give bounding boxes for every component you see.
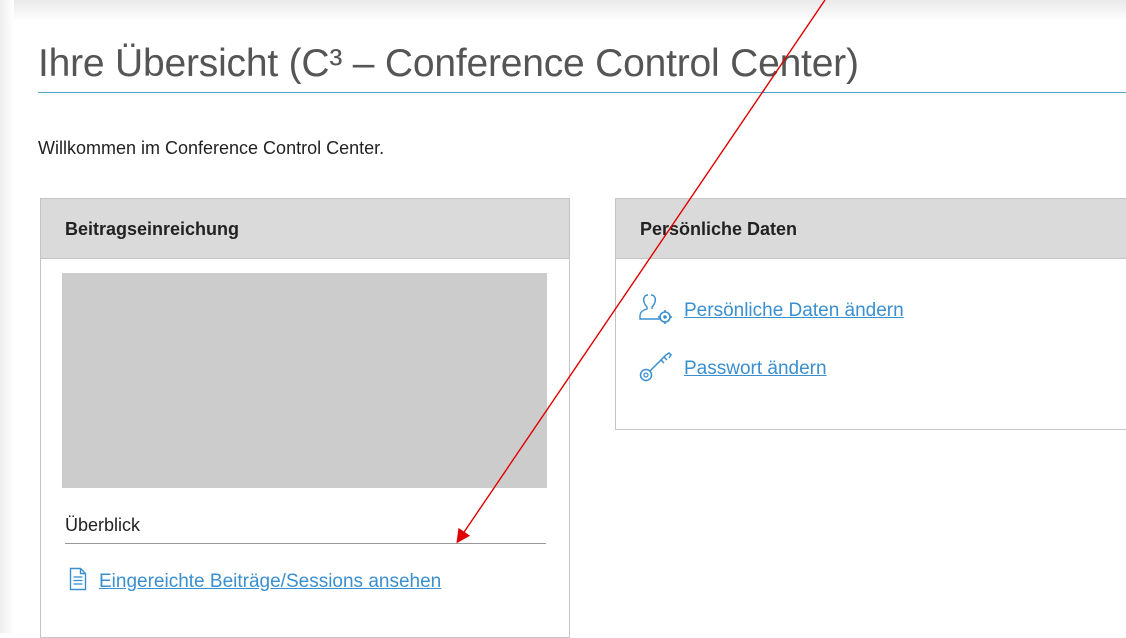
change-password-link[interactable]: Passwort ändern xyxy=(684,358,827,380)
edit-personal-data-link[interactable]: Persönliche Daten ändern xyxy=(684,300,904,322)
page-title: Ihre Übersicht (C³ – Conference Control … xyxy=(38,42,859,85)
document-icon xyxy=(69,567,87,596)
banner-image-placeholder xyxy=(62,273,547,488)
top-shadow xyxy=(0,0,1126,22)
edit-personal-data-row[interactable]: Persönliche Daten ändern xyxy=(638,291,904,330)
overview-section-label: Überblick xyxy=(65,515,141,535)
left-shadow xyxy=(0,0,14,633)
title-divider xyxy=(38,92,1126,93)
personal-data-panel-heading: Persönliche Daten xyxy=(616,199,1126,259)
submission-panel-heading: Beitragseinreichung xyxy=(41,199,569,259)
overview-divider xyxy=(65,543,546,544)
change-password-row[interactable]: Passwort ändern xyxy=(638,349,827,388)
submission-panel: Beitragseinreichung Überblick Eingereich… xyxy=(40,198,570,638)
submissions-link-row[interactable]: Eingereichte Beiträge/Sessions ansehen xyxy=(69,567,441,596)
welcome-text: Willkommen im Conference Control Center. xyxy=(38,138,385,158)
key-icon xyxy=(638,349,674,388)
user-settings-icon xyxy=(638,291,674,330)
view-submissions-link[interactable]: Eingereichte Beiträge/Sessions ansehen xyxy=(99,571,441,593)
personal-data-panel: Persönliche Daten Persönliche Daten ände… xyxy=(615,198,1126,430)
